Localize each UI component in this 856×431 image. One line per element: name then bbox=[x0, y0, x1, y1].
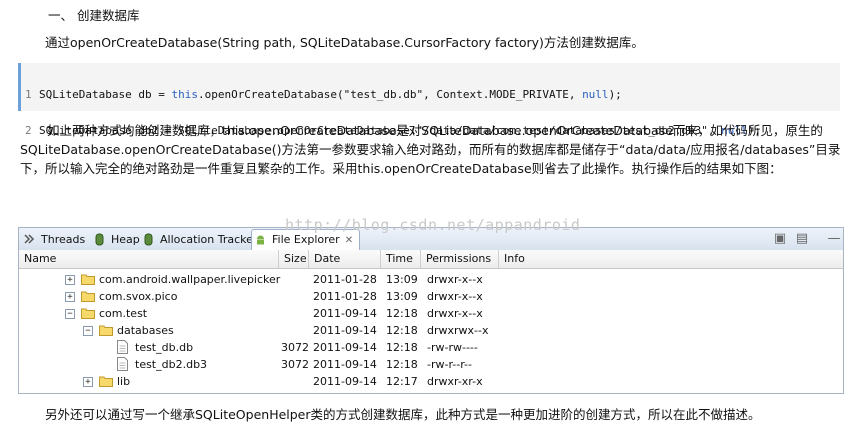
file-permissions: drwxr-xr-x bbox=[427, 375, 483, 388]
file-permissions: -rw-r--r-- bbox=[427, 358, 472, 371]
table-header: Name Size Date Time Permissions Info bbox=[19, 250, 843, 269]
file-time: 12:18 bbox=[386, 324, 418, 337]
file-time: 12:18 bbox=[386, 358, 418, 371]
column-header-time[interactable]: Time bbox=[381, 250, 421, 268]
file-date: 2011-09-14 bbox=[313, 375, 377, 388]
file-date: 2011-09-14 bbox=[313, 324, 377, 337]
folder-icon bbox=[99, 376, 113, 387]
heap-icon bbox=[95, 233, 104, 246]
table-row[interactable]: − databases 2011-09-14 12:18 drwxrwx--x bbox=[19, 322, 843, 339]
folder-icon bbox=[81, 291, 95, 302]
file-explorer-panel: Threads Heap Allocation Tracker File Exp… bbox=[18, 227, 844, 394]
explanation-paragraph: 如上两种方式均能创建数据库，this.openOrCreateDatabase是… bbox=[20, 123, 841, 176]
file-date: 2011-01-28 bbox=[313, 273, 377, 286]
tab-heap[interactable]: Heap bbox=[91, 230, 140, 249]
file-date: 2011-09-14 bbox=[313, 358, 377, 371]
file-icon bbox=[117, 357, 128, 371]
table-row[interactable]: − com.test 2011-09-14 12:18 drwxr-x--x bbox=[19, 305, 843, 322]
expand-icon[interactable]: + bbox=[83, 377, 93, 387]
table-row[interactable]: + lib 2011-09-14 12:17 drwxr-xr-x bbox=[19, 373, 843, 390]
file-name: com.svox.pico bbox=[99, 290, 178, 303]
code-text: SQLiteDatabase db = bbox=[39, 88, 172, 101]
file-permissions: drwxrwx--x bbox=[427, 324, 489, 337]
table-row[interactable]: test_db.db 3072 2011-09-14 12:18 -rw-rw---- bbox=[19, 339, 843, 356]
file-size: 3072 bbox=[281, 341, 309, 354]
file-permissions: -rw-rw---- bbox=[427, 341, 478, 354]
allocation-tracker-icon bbox=[144, 233, 153, 246]
watermark: http://blog.csdn.net/appandroid bbox=[285, 216, 581, 234]
code-text: ); bbox=[608, 88, 622, 101]
folder-icon bbox=[81, 274, 95, 285]
pull-file-icon[interactable]: ▣ bbox=[772, 231, 788, 247]
code-keyword: this bbox=[171, 88, 198, 101]
tab-threads[interactable]: Threads bbox=[21, 230, 85, 249]
code-block: 1 SQLiteDatabase db = this.openOrCreateDa… bbox=[18, 63, 840, 137]
tab-label: Heap bbox=[111, 233, 140, 246]
tab-label: File Explorer bbox=[272, 233, 340, 246]
file-name: test_db2.db3 bbox=[135, 358, 208, 371]
column-header-permissions[interactable]: Permissions bbox=[421, 250, 499, 268]
table-row[interactable]: + com.android.wallpaper.livepicker 2011-01… bbox=[19, 271, 843, 288]
file-name: lib bbox=[117, 375, 131, 388]
file-time: 12:18 bbox=[386, 341, 418, 354]
push-file-icon[interactable]: ▤ bbox=[794, 231, 810, 247]
collapse-icon[interactable]: − bbox=[65, 309, 75, 319]
code-keyword: null bbox=[582, 88, 609, 101]
column-header-size[interactable]: Size bbox=[279, 250, 309, 268]
file-time: 12:18 bbox=[386, 307, 418, 320]
file-date: 2011-09-14 bbox=[313, 341, 377, 354]
line-number: 1 bbox=[25, 88, 32, 101]
android-icon bbox=[257, 235, 264, 245]
file-date: 2011-01-28 bbox=[313, 290, 377, 303]
tab-allocation-tracker[interactable]: Allocation Tracker bbox=[140, 230, 257, 249]
file-icon bbox=[117, 340, 128, 354]
file-time: 13:09 bbox=[386, 273, 418, 286]
file-date: 2011-09-14 bbox=[313, 307, 377, 320]
closing-paragraph: 另外还可以通过写一个继承SQLiteOpenHelper类的方式创建数据库，此种… bbox=[45, 407, 761, 422]
close-icon[interactable]: ✕ bbox=[345, 235, 353, 246]
expand-icon[interactable]: + bbox=[65, 275, 75, 285]
tab-label: Allocation Tracker bbox=[160, 233, 258, 246]
file-size: 3072 bbox=[281, 358, 309, 371]
file-time: 13:09 bbox=[386, 290, 418, 303]
folder-icon bbox=[99, 325, 113, 336]
file-name: test_db.db bbox=[135, 341, 194, 354]
expand-icon[interactable]: + bbox=[65, 292, 75, 302]
file-name: databases bbox=[117, 324, 174, 337]
table-row[interactable]: + com.svox.pico 2011-01-28 13:09 drwxr-x--x bbox=[19, 288, 843, 305]
tab-label: Threads bbox=[41, 233, 86, 246]
code-text: .openOrCreateDatabase("test_db.db", Cont… bbox=[197, 88, 583, 101]
section-heading: 一、 创建数据库 bbox=[48, 8, 140, 23]
folder-icon bbox=[81, 308, 95, 319]
column-header-name[interactable]: Name bbox=[19, 250, 279, 268]
file-permissions: drwxr-x--x bbox=[427, 273, 483, 286]
column-header-date[interactable]: Date bbox=[309, 250, 381, 268]
intro-paragraph: 通过openOrCreateDatabase(String path, SQLi… bbox=[45, 35, 644, 50]
file-name: com.test bbox=[99, 307, 148, 320]
file-time: 12:17 bbox=[386, 375, 418, 388]
file-name: com.android.wallpaper.livepicker bbox=[99, 273, 281, 286]
minimize-icon[interactable]: — bbox=[826, 231, 842, 247]
collapse-icon[interactable]: − bbox=[83, 326, 93, 336]
file-permissions: drwxr-x--x bbox=[427, 307, 483, 320]
column-header-info[interactable]: Info bbox=[499, 250, 559, 268]
table-row[interactable]: test_db2.db3 3072 2011-09-14 12:18 -rw-r--r-… bbox=[19, 356, 843, 373]
code-line-1: 1 SQLiteDatabase db = this.openOrCreateDa… bbox=[25, 86, 840, 104]
threads-icon bbox=[24, 234, 35, 244]
file-permissions: drwxr-x--x bbox=[427, 290, 483, 303]
